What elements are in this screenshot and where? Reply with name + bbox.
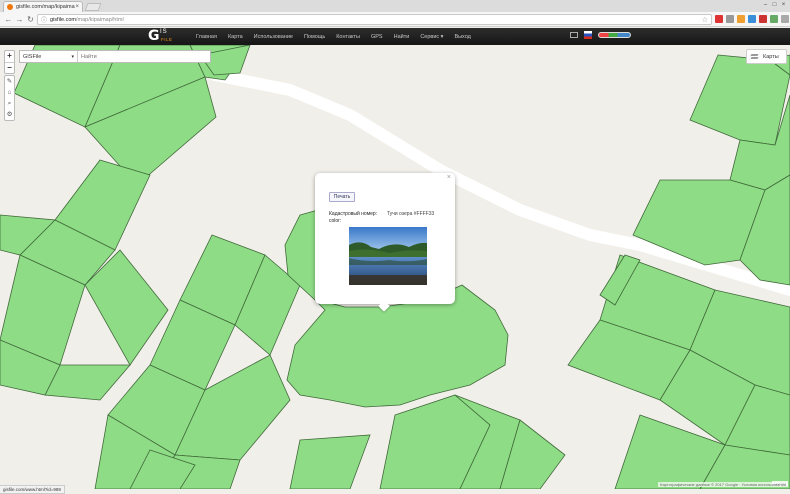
layers-icon [748, 53, 761, 60]
menu-item-logout[interactable]: Выход [454, 34, 470, 40]
menu-item-help[interactable]: Помощь [304, 34, 325, 40]
browser-status-bar: gisfile.com/www.html?id=989 [0, 485, 65, 494]
site-header: G IS FILE Главная Карта Использование По… [0, 28, 790, 45]
tab-title: gisfile.com/map/kipaimap [16, 4, 76, 10]
extension-icons: ⋮ [715, 15, 790, 23]
language-flag-icon[interactable] [584, 31, 592, 39]
extension-grey-icon[interactable] [726, 15, 734, 23]
menu-item-find[interactable]: Найти [394, 34, 410, 40]
bookmark-star-icon[interactable]: ☆ [702, 16, 708, 24]
favicon-icon [7, 4, 13, 10]
popup-field-value: Тучи озера #FFFF33 [387, 211, 435, 217]
menu-item-usage[interactable]: Использование [254, 34, 293, 40]
map-tools: ✎ ⌂ ⌕ ⚙ [4, 75, 15, 121]
maximize-button[interactable]: □ [770, 0, 779, 10]
logo-file: FILE [161, 37, 173, 42]
user-badge[interactable] [598, 32, 631, 38]
layers-label: Карты [763, 53, 779, 60]
menu-item-gps[interactable]: GPS [371, 34, 383, 40]
popup-field-label: Кадастровый номер: color: [329, 211, 378, 224]
gisfile-logo[interactable]: G IS FILE [148, 28, 180, 45]
new-tab-button[interactable] [84, 3, 102, 11]
zoom-control: + − [4, 50, 15, 74]
settings-gear-icon[interactable]: ⚙ [5, 109, 14, 120]
header-right-tools [570, 31, 631, 39]
mail-icon[interactable] [570, 32, 578, 38]
minimize-button[interactable]: – [761, 0, 770, 10]
map-canvas[interactable]: + − ✎ ⌂ ⌕ ⚙ GISFile ▾ Карты × Печать Кад… [0, 45, 790, 489]
logo-g: G [148, 28, 160, 44]
layers-button[interactable]: Карты [746, 49, 787, 64]
reload-button[interactable]: ↻ [25, 14, 36, 25]
print-button[interactable]: Печать [329, 192, 355, 202]
chevron-down-icon: ▾ [71, 54, 74, 60]
popup-close-icon[interactable]: × [447, 174, 451, 181]
browser-tab[interactable]: gisfile.com/map/kipaimap × [3, 1, 83, 12]
back-button[interactable]: ← [3, 14, 14, 25]
main-menu: Главная Карта Использование Помощь Конта… [196, 28, 482, 45]
extension-blue-icon[interactable] [748, 15, 756, 23]
forward-button[interactable]: → [14, 14, 25, 25]
zoom-in-button[interactable]: + [5, 51, 14, 62]
url-host: gisfile.com [50, 16, 76, 23]
parcel [689, 54, 790, 146]
menu-item-home[interactable]: Главная [196, 34, 217, 40]
logo-is: IS [160, 29, 168, 35]
map-search-input[interactable] [78, 53, 210, 60]
browser-tab-bar: gisfile.com/map/kipaimap × – □ × [0, 0, 790, 12]
layer-select-value: GISFile [23, 54, 42, 60]
tab-close-icon[interactable]: × [75, 4, 79, 10]
map-attribution[interactable]: Картографические данные © 2017 Google · … [658, 482, 788, 487]
menu-item-service[interactable]: Сервис ▾ [420, 34, 443, 40]
browser-toolbar: ← → ↻ ⓘ gisfile.com /map/kipaimap/html ☆… [0, 12, 790, 27]
edit-pencil-icon[interactable]: ✎ [5, 76, 14, 87]
parcel [289, 434, 371, 489]
map-search-bar: GISFile ▾ [19, 50, 211, 63]
extension-settings-icon[interactable] [781, 15, 789, 23]
search-icon[interactable]: ⌕ [5, 98, 14, 109]
window-close-button[interactable]: × [779, 0, 788, 10]
zoom-out-button[interactable]: − [5, 62, 14, 73]
address-bar[interactable]: ⓘ gisfile.com /map/kipaimap/html ☆ [37, 14, 712, 25]
url-path: /map/kipaimap/html [76, 16, 124, 23]
menu-item-map[interactable]: Карта [228, 34, 243, 40]
lake-photo [349, 227, 427, 285]
extension-orange-icon[interactable] [737, 15, 745, 23]
home-icon[interactable]: ⌂ [5, 87, 14, 98]
layer-select[interactable]: GISFile ▾ [20, 51, 78, 62]
extension-red-icon[interactable] [715, 15, 723, 23]
menu-item-contacts[interactable]: Контакты [336, 34, 360, 40]
feature-popup: × Печать Кадастровый номер: color: Тучи … [315, 173, 455, 312]
window-controls: – □ × [761, 0, 788, 10]
page-info-icon[interactable]: ⓘ [41, 15, 47, 24]
extension-pdf-icon[interactable] [759, 15, 767, 23]
extension-green-icon[interactable] [770, 15, 778, 23]
